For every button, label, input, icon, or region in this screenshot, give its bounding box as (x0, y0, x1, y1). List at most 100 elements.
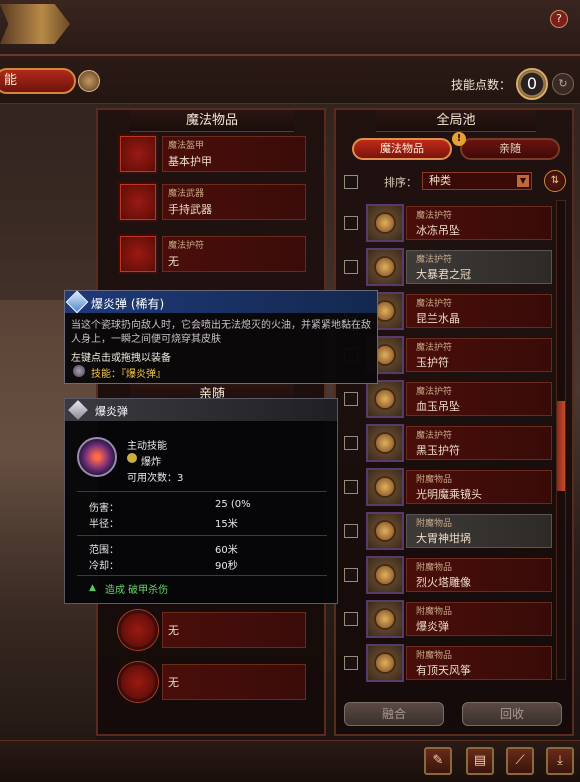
list-item[interactable]: 附魔物品 光明魔乘镜头 (340, 468, 552, 506)
slot-category: 魔法武器 (168, 189, 205, 199)
skull-ornament-icon (78, 70, 100, 92)
skill-gem-icon (68, 400, 88, 420)
companion-slot-2[interactable]: 无 (118, 662, 306, 702)
list-item[interactable]: 魔法护符 黑玉护符 (340, 424, 552, 462)
item-tooltip: 爆炎弹 (稀有) 当这个瓷球扔向敌人时，它会喷出无法熄灭的火油，并紧紧地黏在敌人… (64, 290, 378, 384)
tab-skills[interactable]: 能 (0, 68, 76, 94)
sort-value: 种类 (429, 174, 451, 187)
item-checkbox[interactable] (344, 260, 358, 274)
equip-slot-amulet[interactable]: 魔法护符 无 (118, 234, 306, 274)
tooltip-hint: 左键点击或拖拽以装备 (71, 353, 171, 364)
item-checkbox[interactable] (344, 612, 358, 626)
stat-label: 范围： (89, 545, 119, 556)
top-bar: ? (0, 0, 580, 56)
tooltip-title: 爆炎弹 (稀有) (91, 297, 165, 311)
bomb-icon (366, 600, 404, 638)
skill-points-value: 0 (516, 68, 548, 100)
slot-icon-frame (118, 134, 158, 174)
stat-label: 冷却： (89, 561, 119, 572)
item-checkbox[interactable] (344, 436, 358, 450)
equip-slot-armor[interactable]: 魔法盔甲 基本护甲 (118, 134, 306, 174)
sort-order-icon[interactable]: ⇅ (544, 170, 566, 192)
equip-slot-weapon[interactable]: 魔法武器 手持武器 (118, 182, 306, 222)
slot-name: 无 (168, 255, 179, 268)
item-name: 血玉吊坠 (416, 400, 460, 413)
item-name: 大暴君之冠 (416, 268, 471, 281)
item-category: 附魔物品 (416, 519, 453, 529)
amulet-icon (366, 424, 404, 462)
item-name: 冰冻吊坠 (416, 224, 460, 237)
fuse-button[interactable]: 融合 (344, 702, 444, 726)
list-item[interactable]: 附魔物品 烈火塔雕像 (340, 556, 552, 594)
scroll-thumb[interactable] (557, 401, 565, 491)
item-checkbox[interactable] (344, 392, 358, 406)
equipped-panel-title: 魔法物品 (130, 110, 294, 132)
tooltip-header: 爆炎弹 (稀有) (65, 290, 377, 314)
item-name: 昆兰水晶 (416, 312, 460, 325)
bomb-orb-icon (77, 437, 117, 477)
download-icon[interactable]: ⤓ (546, 747, 574, 775)
item-checkbox[interactable] (344, 656, 358, 670)
item-category: 魔法护符 (416, 255, 453, 265)
sort-label: 排序： (384, 176, 417, 189)
slot-plate (162, 612, 306, 648)
sort-dropdown[interactable]: 种类 ▼ (422, 172, 532, 190)
stat-value: 25 (0% (215, 499, 251, 510)
item-name: 烈火塔雕像 (416, 576, 471, 589)
crown-icon (366, 248, 404, 286)
quill-icon[interactable]: ✎ (424, 747, 452, 775)
list-item[interactable]: 附魔物品 爆炎弹 (340, 600, 552, 638)
list-item[interactable]: 魔法护符 大暴君之冠 (340, 248, 552, 286)
lens-icon (366, 468, 404, 506)
item-name: 爆炎弹 (416, 620, 449, 633)
item-checkbox[interactable] (344, 216, 358, 230)
back-arrow-icon[interactable] (0, 4, 70, 44)
global-pool-panel: 全局池 魔法物品 亲随 ! 排序： 种类 ▼ ⇅ 魔法护符 冰冻吊坠 魔法护符 … (334, 108, 574, 736)
companion-slot-1[interactable]: 无 (118, 610, 306, 650)
slot-icon-frame (118, 234, 158, 274)
statue-icon (366, 556, 404, 594)
list-item[interactable]: 附魔物品 大胃神坩埚 (340, 512, 552, 550)
skill-combo: 爆炸 (141, 457, 161, 468)
explosion-icon (127, 453, 137, 463)
tab-companions[interactable]: 亲随 (460, 138, 560, 160)
help-icon[interactable]: ? (550, 10, 568, 28)
kite-icon (366, 644, 404, 682)
item-category: 附魔物品 (416, 607, 453, 617)
skill-type: 主动技能 (127, 441, 167, 452)
item-name: 光明魔乘镜头 (416, 488, 482, 501)
reset-arrow-icon[interactable]: ↻ (552, 73, 574, 95)
item-checkbox[interactable] (344, 480, 358, 494)
stat-value: 15米 (215, 519, 238, 530)
slot-category: 魔法盔甲 (168, 141, 205, 151)
list-item[interactable]: 魔法护符 血玉吊坠 (340, 380, 552, 418)
amulet-icon (366, 204, 404, 242)
recycle-button[interactable]: 回收 (462, 702, 562, 726)
arrow-up-icon: ▲ (89, 583, 96, 593)
tooltip-title: 爆炎弹 (95, 405, 128, 418)
tooltip-header: 爆炎弹 (65, 399, 337, 421)
item-checkbox[interactable] (344, 524, 358, 538)
scroll-icon[interactable]: ▤ (466, 747, 494, 775)
stat-label: 半径： (89, 519, 119, 530)
slot-icon-frame (118, 182, 158, 222)
list-item[interactable]: 附魔物品 有顶天风筝 (340, 644, 552, 682)
stat-label: 伤害： (89, 503, 119, 514)
skill-effect: 造成 破甲杀伤 (105, 585, 169, 596)
select-all-checkbox[interactable] (344, 175, 358, 189)
list-item[interactable]: 魔法护符 冰冻吊坠 (340, 204, 552, 242)
item-checkbox[interactable] (344, 568, 358, 582)
divider (77, 535, 327, 536)
stat-value: 90秒 (215, 561, 238, 572)
sword-icon[interactable]: ⟋ (506, 747, 534, 775)
sub-bar: 能 技能点数： 0 ↻ (0, 56, 580, 104)
tab-magic-items[interactable]: 魔法物品 (352, 138, 452, 160)
divider (77, 491, 327, 492)
item-category: 魔法护符 (416, 211, 453, 221)
item-category: 魔法护符 (416, 431, 453, 441)
skill-uses: 可用次数：3 (127, 473, 184, 484)
item-category: 魔法护符 (416, 343, 453, 353)
pool-scrollbar[interactable] (556, 200, 566, 680)
item-category: 附魔物品 (416, 475, 453, 485)
item-category: 魔法护符 (416, 387, 453, 397)
